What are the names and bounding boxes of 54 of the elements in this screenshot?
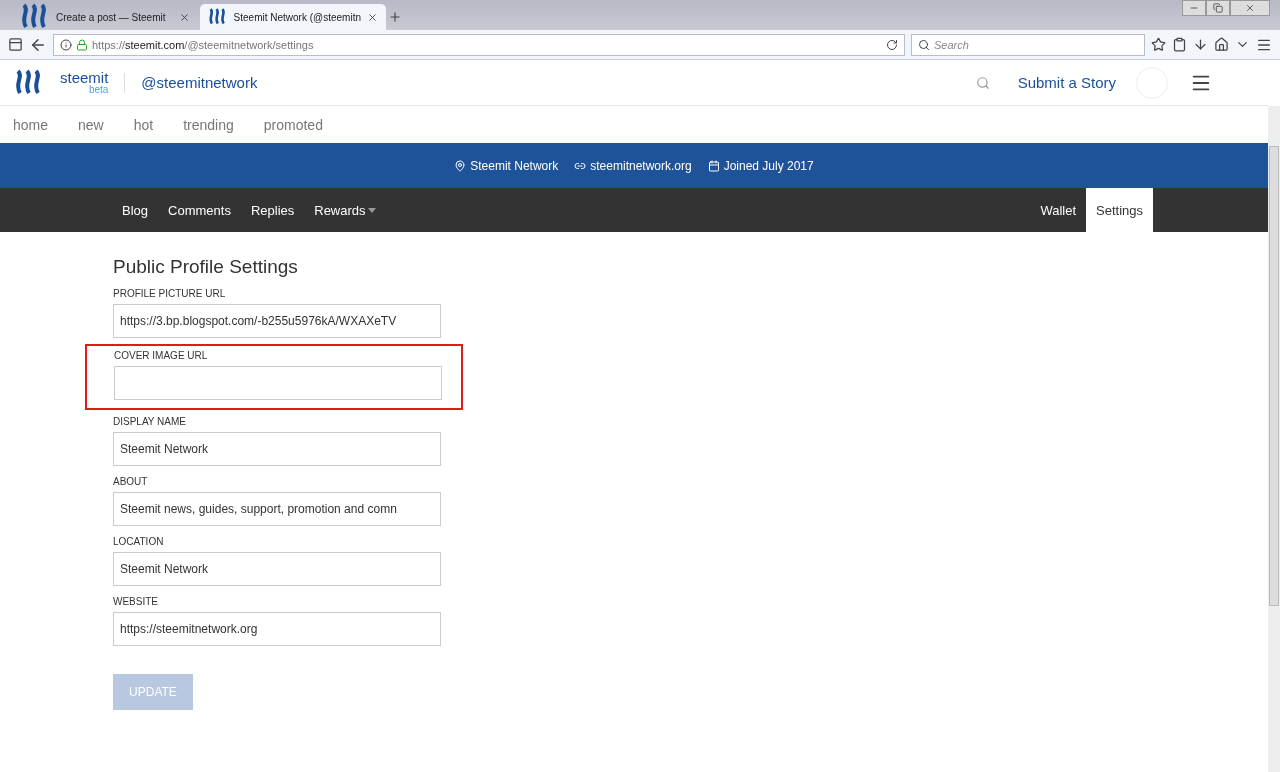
new-tab-icon[interactable] <box>388 10 402 24</box>
restore-icon <box>1213 3 1223 13</box>
field-label: PROFILE PICTURE URL <box>113 288 227 299</box>
profile-tab[interactable]: Replies <box>240 188 305 232</box>
restore-button[interactable] <box>1206 0 1230 16</box>
input-field[interactable]: Steemit news, guides, support, promotion and comn <box>113 492 441 526</box>
submit-story-link[interactable]: Submit a Story <box>1017 74 1116 91</box>
address-field[interactable]: https://steemit.com/@steemitnetwork/settings <box>53 33 905 56</box>
browser-tab[interactable]: Steemit Network (@steemitn <box>200 4 386 30</box>
nav-link[interactable]: new <box>78 116 104 133</box>
nav-link[interactable]: hot <box>133 116 154 133</box>
beta-tag: beta <box>88 85 109 95</box>
field-label: LOCATION <box>113 536 165 547</box>
reload-icon[interactable] <box>886 38 898 51</box>
account-name[interactable]: @steemitnetwork <box>141 74 258 91</box>
input-field[interactable]: https://3.bp.blogspot.com/-b255u5976kA/WXAXeTV <box>113 304 441 338</box>
settings-title: Public Profile Settings <box>113 256 299 278</box>
profile-info: Joined July 2017 <box>723 158 814 173</box>
nav-link[interactable]: promoted <box>263 116 323 133</box>
field-label: COVER IMAGE URL <box>114 350 209 361</box>
clipboard-icon[interactable] <box>1172 37 1187 52</box>
profile-tab[interactable]: Blog <box>112 188 159 232</box>
profile-tab[interactable]: Settings <box>1086 188 1153 232</box>
calendar-icon <box>707 159 720 172</box>
home-icon[interactable] <box>1214 37 1229 52</box>
close-icon[interactable] <box>179 11 190 23</box>
nav-link[interactable]: trending <box>183 116 234 133</box>
profile-info[interactable]: steemitnetwork.org <box>590 158 692 173</box>
brand-name[interactable]: steemit <box>60 70 109 85</box>
sidebar-icon[interactable] <box>8 37 23 52</box>
search-icon <box>918 38 930 51</box>
download-icon[interactable] <box>1193 37 1208 52</box>
input-field[interactable]: Steemit Network <box>113 552 441 586</box>
input-field[interactable]: Steemit Network <box>113 432 441 466</box>
field-label: ABOUT <box>113 476 149 487</box>
input-field[interactable] <box>114 366 442 400</box>
input-field[interactable]: https://steemitnetwork.org <box>113 612 441 646</box>
close-icon <box>1245 3 1255 13</box>
lock-icon <box>76 38 88 51</box>
profile-tab[interactable]: Comments <box>158 188 241 232</box>
field-label: DISPLAY NAME <box>113 416 187 427</box>
browser-tab[interactable]: Create a post — Steemit <box>12 4 198 30</box>
profile-tab[interactable]: Rewards <box>304 188 386 232</box>
caret-icon <box>367 207 376 213</box>
scrollbar[interactable] <box>1268 106 1280 772</box>
field-label: WEBSITE <box>113 596 159 607</box>
nav-link[interactable]: home <box>13 116 49 133</box>
pin-icon <box>454 159 467 172</box>
search-field[interactable]: Search <box>911 33 1145 56</box>
profile-tab[interactable]: Wallet <box>1030 188 1086 232</box>
star-icon[interactable] <box>1151 37 1166 52</box>
info-icon[interactable] <box>60 38 72 51</box>
close-icon[interactable] <box>367 11 378 23</box>
profile-info: Steemit Network <box>470 158 559 173</box>
